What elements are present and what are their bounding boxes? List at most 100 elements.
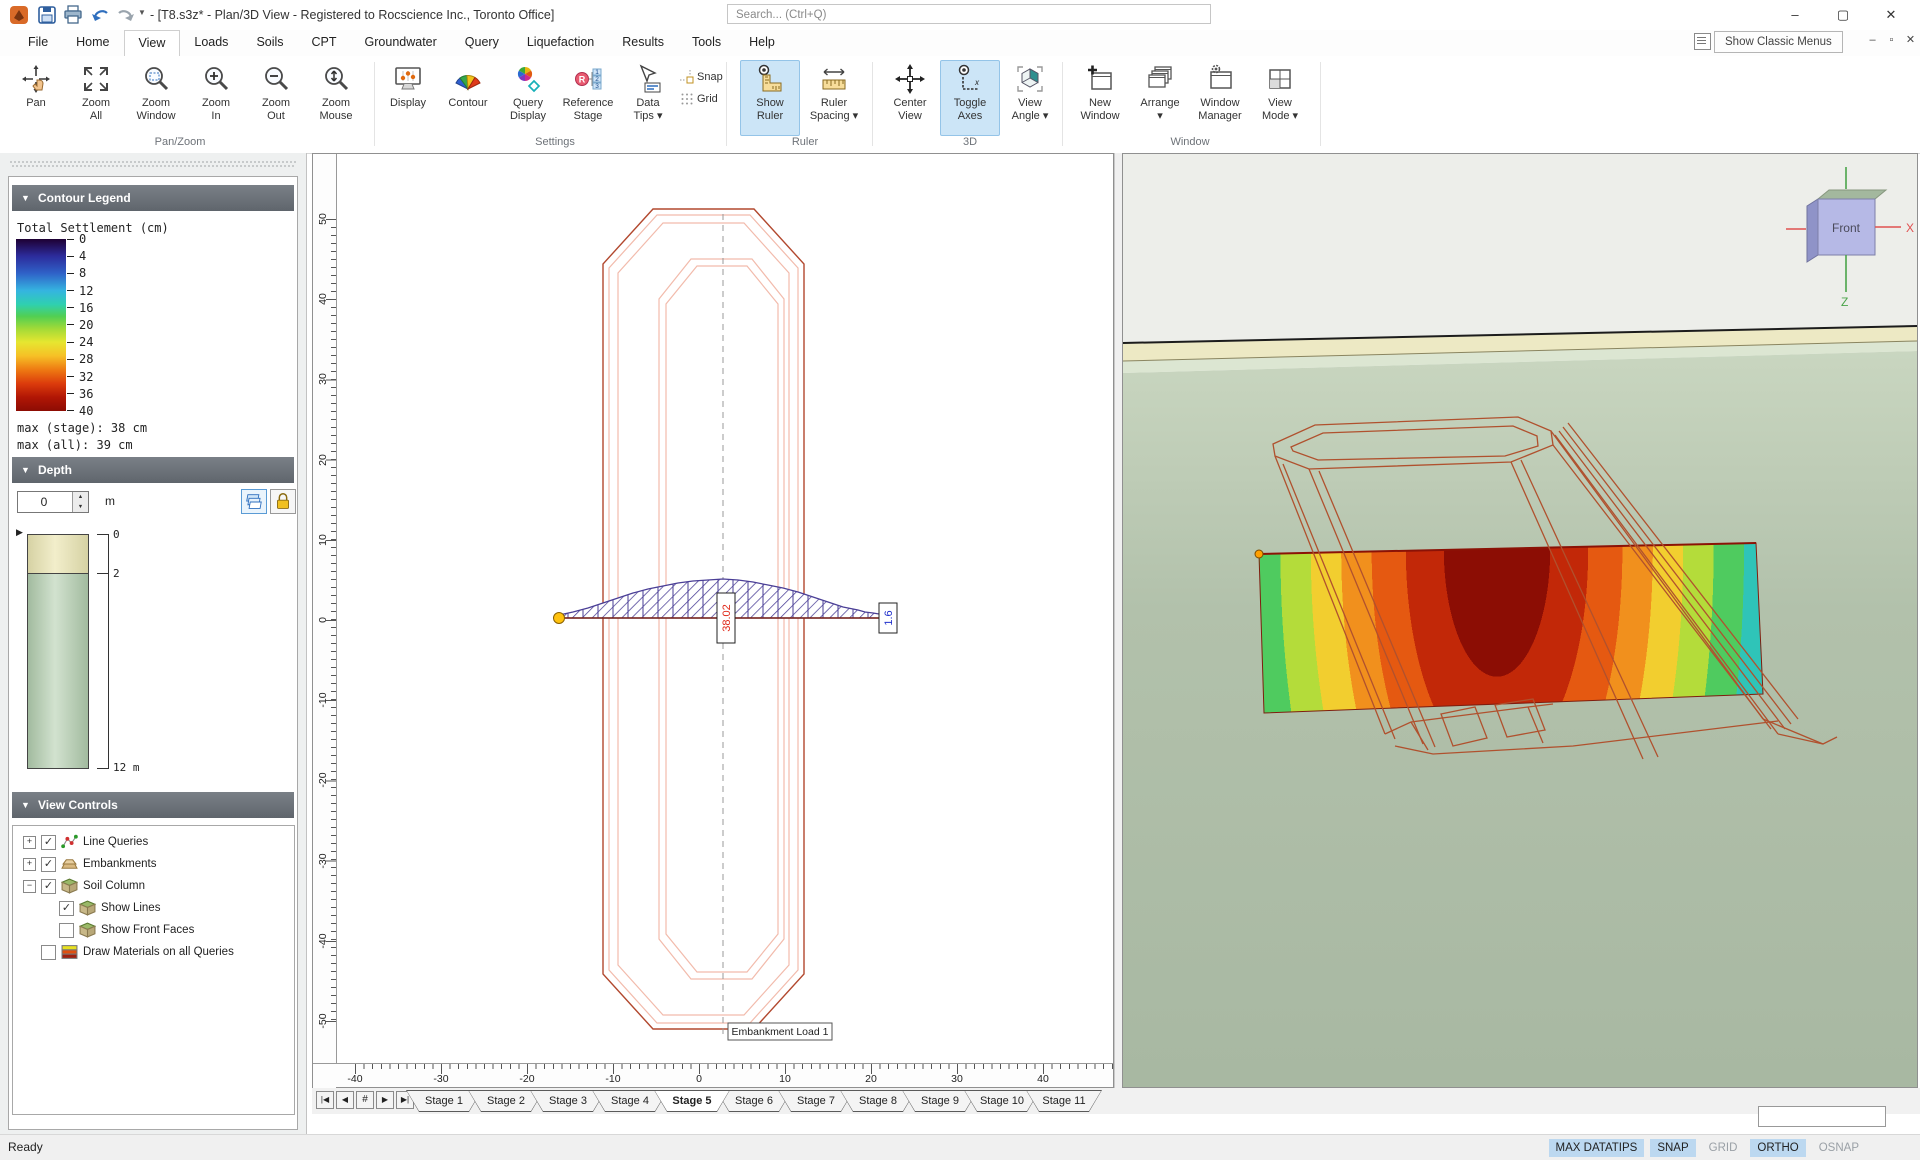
close-button[interactable]: ✕ [1868, 0, 1914, 29]
menu-tab[interactable]: File [14, 30, 62, 56]
classic-menu-icon[interactable] [1694, 33, 1711, 50]
center-view-button[interactable]: Center View [880, 60, 940, 136]
grid-toggle[interactable]: Grid [680, 90, 746, 108]
menu-tab[interactable]: Groundwater [351, 30, 451, 56]
menu-tab[interactable]: Soils [242, 30, 297, 56]
minimize-button[interactable]: – [1772, 0, 1818, 29]
zoom-mouse-button[interactable]: Zoom Mouse [306, 60, 366, 136]
window-manager-button[interactable]: Window Manager [1190, 60, 1250, 136]
menu-tab[interactable]: Home [62, 30, 123, 56]
svg-text:2: 2 [595, 76, 599, 83]
spin-down-icon[interactable]: ▼ [73, 502, 88, 512]
checkbox[interactable] [59, 922, 74, 938]
grid-icon [681, 93, 693, 105]
child-minimize-icon[interactable]: – [1864, 31, 1881, 49]
menu-tab[interactable]: Tools [678, 30, 735, 56]
tree-item-show-front-faces[interactable]: Show Front Faces [59, 920, 194, 940]
pan-button[interactable]: Pan [6, 60, 66, 136]
checkbox[interactable] [41, 944, 56, 960]
plan-view-pane[interactable]: 38.02 1.6 Embankment Load 1 50 40 30 20 10 0-… [312, 153, 1114, 1088]
view-mode-button[interactable]: View Mode ▾ [1250, 60, 1310, 136]
depth-lock-button[interactable] [270, 489, 296, 514]
checkbox[interactable]: ✓ [59, 900, 74, 916]
stage-list-button[interactable]: # [356, 1091, 374, 1109]
view-3d-pane[interactable]: Front X Z [1122, 153, 1918, 1088]
ruler-spacing-button[interactable]: Ruler Spacing ▾ [804, 60, 864, 136]
first-stage-button[interactable]: |◀ [316, 1091, 334, 1109]
spin-up-icon[interactable]: ▲ [73, 492, 88, 502]
menu-tab[interactable]: CPT [298, 30, 351, 56]
prev-stage-button[interactable]: ◀ [336, 1091, 354, 1109]
status-toggle[interactable]: ORTHO [1750, 1138, 1806, 1157]
tree-item-line-queries[interactable]: + ✓ Line Queries [23, 832, 148, 852]
data-tips-button[interactable]: Data Tips ▾ [618, 60, 678, 136]
status-toggle[interactable]: SNAP [1650, 1138, 1696, 1157]
snap-toggle[interactable]: Snap [680, 68, 746, 86]
collapse-expand-icon[interactable]: − [23, 879, 36, 893]
svg-text:1: 1 [595, 69, 599, 76]
print-icon[interactable] [62, 4, 84, 26]
tree-item-embankments[interactable]: + ✓ Embankments [23, 854, 157, 874]
child-restore-icon[interactable]: ▫ [1883, 31, 1900, 49]
pane-splitter[interactable] [1114, 153, 1122, 1088]
status-toggle[interactable]: OSNAP [1812, 1139, 1866, 1157]
stage-tab[interactable]: Stage 5 [654, 1090, 730, 1112]
coordinate-box[interactable] [1758, 1106, 1886, 1127]
depth-marker-icon[interactable]: ▶ [16, 527, 23, 538]
ruler-spacing-icon [822, 68, 846, 90]
checkbox[interactable]: ✓ [41, 878, 56, 894]
zoom-all-icon [84, 67, 108, 91]
query-display-button[interactable]: Query Display [498, 60, 558, 136]
menu-tab[interactable]: Loads [180, 30, 242, 56]
display-button[interactable]: Display [378, 60, 438, 136]
sidebar-grip[interactable] [10, 160, 296, 168]
next-stage-button[interactable]: ▶ [376, 1091, 394, 1109]
redo-icon[interactable] [114, 4, 136, 26]
depth-input[interactable]: 0 ▲ ▼ [17, 491, 89, 513]
view-controls-header[interactable]: ▼ View Controls [12, 792, 294, 818]
depth-layers-button[interactable] [241, 489, 267, 514]
depth-header[interactable]: ▼ Depth [12, 457, 294, 483]
zoom-out-button[interactable]: Zoom Out [246, 60, 306, 136]
arrange-button[interactable]: Arrange ▾ [1130, 60, 1190, 136]
new-window-button[interactable]: New Window [1070, 60, 1130, 136]
tree-item-soil-column[interactable]: − ✓ Soil Column [23, 876, 145, 896]
view-controls-tree: + ✓ Line Queries + ✓ Embankments − ✓ Soi… [12, 825, 295, 1115]
depth-spinner[interactable]: ▲ ▼ [72, 492, 88, 512]
undo-icon[interactable] [90, 4, 112, 26]
child-close-icon[interactable]: ✕ [1902, 31, 1919, 49]
menu-tab[interactable]: Results [608, 30, 678, 56]
zoom-window-button[interactable]: Zoom Window [126, 60, 186, 136]
zoom-in-button[interactable]: Zoom In [186, 60, 246, 136]
status-toggle[interactable]: MAX DATATIPS [1548, 1138, 1645, 1157]
query-point[interactable] [553, 612, 565, 624]
menu-tab[interactable]: Liquefaction [513, 30, 608, 56]
show-ruler-button[interactable]: Show Ruler [740, 60, 800, 136]
contour-legend-header[interactable]: ▼ Contour Legend [12, 185, 294, 211]
zoom-all-button[interactable]: Zoom All [66, 60, 126, 136]
tree-item-show-lines[interactable]: ✓ Show Lines [59, 898, 160, 918]
expand-icon[interactable]: + [23, 857, 36, 871]
save-icon[interactable] [36, 4, 58, 26]
quick-access-dropdown-icon[interactable]: ▼ [138, 8, 146, 17]
contour-plane[interactable] [1254, 542, 1764, 714]
stage-tab[interactable]: Stage 11 [1026, 1090, 1102, 1112]
checkbox[interactable]: ✓ [41, 834, 56, 850]
menu-tab[interactable]: Query [451, 30, 513, 56]
depth-value[interactable]: 0 [18, 492, 70, 512]
tree-item-draw-materials[interactable]: Draw Materials on all Queries [41, 942, 234, 962]
status-toggle[interactable]: GRID [1702, 1139, 1745, 1157]
new-window-icon [1088, 65, 1112, 90]
checkbox[interactable]: ✓ [41, 856, 56, 872]
menu-tab[interactable]: Help [735, 30, 789, 56]
contour-button[interactable]: Contour [438, 60, 498, 136]
show-classic-menus-button[interactable]: Show Classic Menus [1714, 31, 1843, 53]
expand-icon[interactable]: + [23, 835, 36, 849]
toggle-axes-button[interactable]: x Toggle Axes [940, 60, 1000, 136]
menu-tab[interactable]: View [123, 30, 181, 56]
view-angle-button[interactable]: View Angle ▾ [1000, 60, 1060, 136]
maximize-button[interactable]: ▢ [1820, 0, 1866, 29]
search-input[interactable]: Search... (Ctrl+Q) [727, 4, 1211, 24]
reference-stage-button[interactable]: R123 Reference Stage [558, 60, 618, 136]
embankment-outline[interactable] [602, 208, 805, 1030]
